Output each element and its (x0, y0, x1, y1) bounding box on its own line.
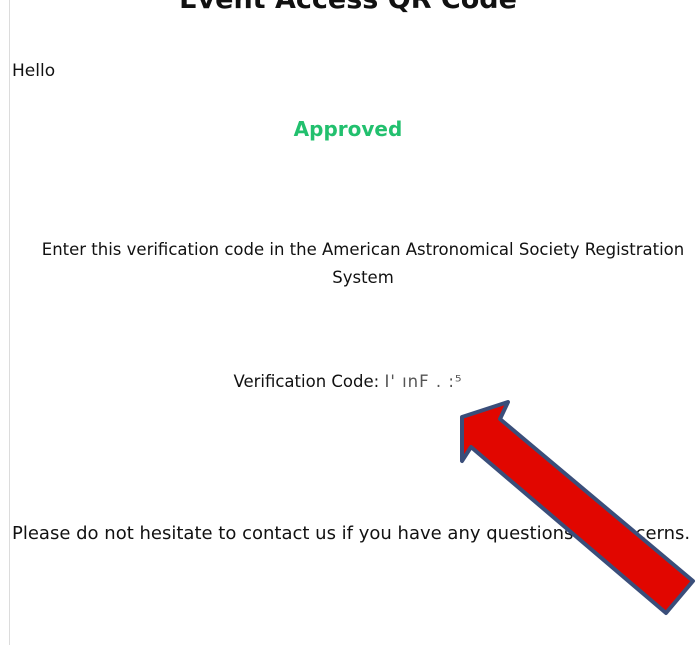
verification-code-line: Verification Code: I' ınF . :⁵ (0, 372, 696, 391)
greeting-text: Hello (12, 61, 56, 81)
instruction-text: Enter this verification code in the Amer… (41, 240, 685, 287)
verification-code-value: I' ınF . :⁵ (384, 372, 463, 391)
left-border (9, 0, 10, 645)
status-approved: Approved (293, 117, 403, 141)
arrow-icon (460, 400, 695, 615)
email-title: Event Access QR Code (0, 0, 696, 15)
contact-message: Please do not hesitate to contact us if … (12, 523, 691, 544)
greeting: Hello (12, 61, 151, 81)
verification-code-label: Verification Code: (233, 372, 380, 391)
redacted-name (60, 62, 151, 76)
